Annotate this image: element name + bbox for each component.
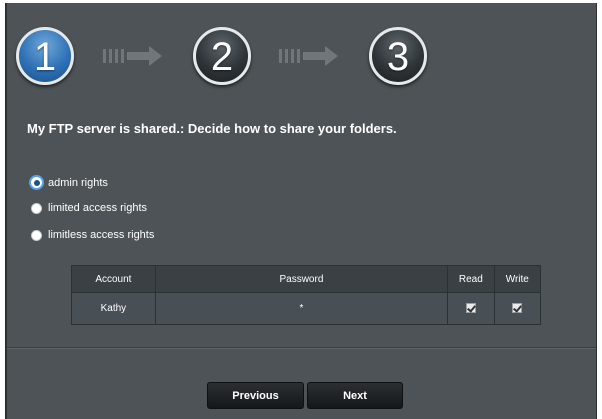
page-title: My FTP server is shared.: Decide how to …: [27, 121, 397, 136]
step-3-number: 3: [386, 34, 410, 79]
column-header-password: Password: [154, 265, 449, 293]
table-row: Kathy *: [71, 292, 542, 325]
divider: [7, 347, 596, 349]
cell-write: [493, 292, 542, 325]
wizard-panel: 1 2 3 My FTP server is shared.: Decide h…: [5, 3, 597, 419]
step-2-number: 2: [210, 34, 234, 79]
cell-password: *: [154, 292, 449, 325]
radio-admin-rights[interactable]: admin rights: [29, 175, 108, 190]
radio-label-limitless-access-rights: limitless access rights: [48, 229, 155, 241]
radio-button-selected[interactable]: [29, 175, 44, 190]
table-header-row: Account Password Read Write: [71, 265, 542, 293]
previous-button[interactable]: Previous: [207, 382, 304, 409]
radio-button[interactable]: [31, 202, 42, 214]
radio-limited-access-rights[interactable]: limited access rights: [31, 202, 147, 214]
step-1-circle: 1: [16, 27, 74, 85]
radio-button[interactable]: [31, 229, 42, 241]
step-1-number: 1: [33, 34, 57, 79]
write-checkbox[interactable]: [512, 303, 523, 314]
account-permissions-table: Account Password Read Write Kathy *: [71, 265, 542, 325]
radio-label-admin-rights: admin rights: [48, 176, 108, 189]
step-3-circle: 3: [369, 27, 427, 85]
cell-account: Kathy: [71, 292, 156, 325]
radio-limitless-access-rights[interactable]: limitless access rights: [31, 229, 154, 241]
column-header-account: Account: [71, 265, 156, 293]
column-header-read: Read: [447, 265, 495, 293]
step-2-circle: 2: [193, 27, 251, 85]
cell-read: [447, 292, 495, 325]
step-indicator: 1 2 3: [7, 3, 596, 118]
radio-label-limited-access-rights: limited access rights: [48, 202, 148, 214]
read-checkbox[interactable]: [465, 303, 476, 314]
next-button[interactable]: Next: [307, 382, 403, 409]
column-header-write: Write: [493, 265, 542, 293]
